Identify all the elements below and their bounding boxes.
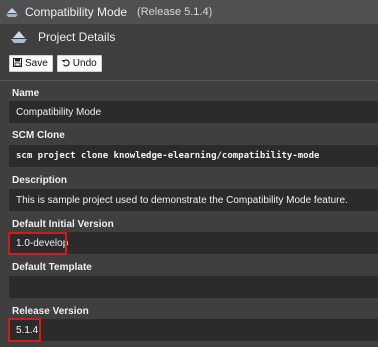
highlight-box: [8, 318, 41, 342]
divider: [0, 80, 378, 81]
panel-header: Project Details: [0, 24, 378, 50]
highlight-box: [8, 232, 67, 255]
panel-title: Project Details: [38, 30, 116, 44]
description-label: Description: [12, 175, 68, 186]
release-version-label: Release Version: [12, 306, 89, 317]
default-template-label: Default Template: [12, 262, 92, 273]
boat-icon: [5, 5, 19, 19]
window-title: Compatibility Mode: [25, 5, 128, 19]
boat-icon: [10, 29, 28, 45]
undo-button-label: Undo: [72, 58, 97, 69]
default-initial-version-label: Default Initial Version: [12, 219, 114, 230]
scm-clone-field[interactable]: scm project clone knowledge-elearning/co…: [9, 145, 378, 167]
description-field[interactable]: This is sample project used to demonstra…: [9, 189, 378, 211]
name-field[interactable]: Compatibility Mode: [9, 101, 378, 123]
undo-button[interactable]: Undo: [56, 55, 102, 72]
name-label: Name: [12, 88, 40, 99]
undo-icon: [61, 58, 70, 70]
release-label: (Release 5.1.4): [137, 6, 213, 18]
default-template-field[interactable]: [9, 276, 378, 298]
save-button[interactable]: Save: [9, 55, 53, 72]
toolbar: Save Undo: [9, 55, 102, 72]
save-icon: [13, 57, 22, 70]
release-version-field[interactable]: 5.1.4: [9, 319, 378, 341]
window-titlebar: Compatibility Mode (Release 5.1.4): [0, 0, 378, 24]
save-button-label: Save: [25, 58, 48, 69]
scm-clone-label: SCM Clone: [12, 130, 65, 141]
